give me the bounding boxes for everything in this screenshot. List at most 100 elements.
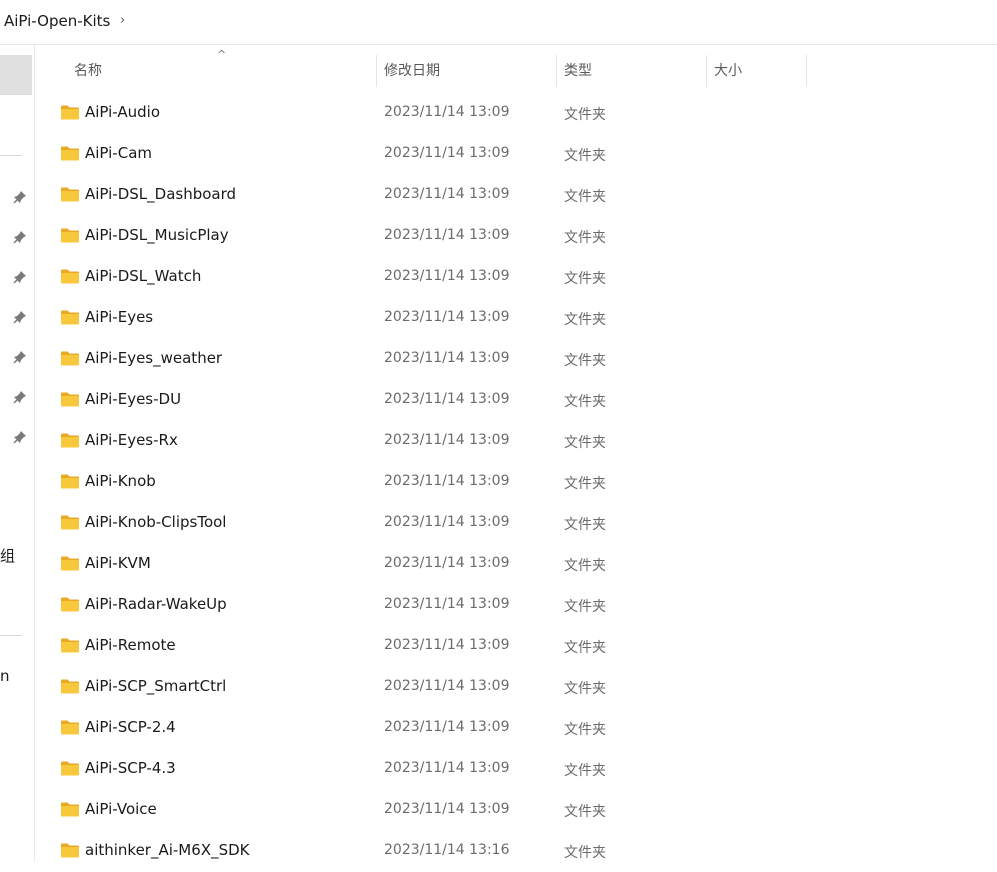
folder-icon: [60, 719, 80, 735]
file-type: 文件夹: [564, 435, 606, 451]
folder-icon: [60, 473, 80, 489]
file-row[interactable]: AiPi-Audio 2023/11/14 13:09 文件夹: [34, 93, 997, 134]
file-name[interactable]: AiPi-Eyes: [85, 308, 153, 326]
file-row[interactable]: AiPi-Radar-WakeUp 2023/11/14 13:09 文件夹: [34, 585, 997, 626]
file-name[interactable]: AiPi-KVM: [85, 554, 151, 572]
folder-icon: [60, 432, 80, 448]
file-type: 文件夹: [564, 476, 606, 492]
file-row[interactable]: AiPi-Remote 2023/11/14 13:09 文件夹: [34, 626, 997, 667]
column-header-type[interactable]: 类型: [556, 55, 706, 87]
pin-icon[interactable]: [13, 390, 27, 404]
folder-icon: [60, 514, 80, 530]
pin-icon[interactable]: [13, 190, 27, 204]
file-type: 文件夹: [564, 763, 606, 779]
folder-icon: [60, 227, 80, 243]
file-modified-date: 2023/11/14 13:16: [384, 842, 510, 858]
file-name[interactable]: AiPi-DSL_Dashboard: [85, 185, 236, 203]
file-row[interactable]: AiPi-DSL_MusicPlay 2023/11/14 13:09 文件夹: [34, 216, 997, 257]
nav-selected-item[interactable]: [0, 55, 32, 95]
file-row[interactable]: AiPi-DSL_Dashboard 2023/11/14 13:09 文件夹: [34, 175, 997, 216]
file-modified-date: 2023/11/14 13:09: [384, 391, 510, 407]
pin-icon[interactable]: [13, 270, 27, 284]
nav-partial-label[interactable]: n: [0, 667, 10, 685]
file-row[interactable]: AiPi-SCP_SmartCtrl 2023/11/14 13:09 文件夹: [34, 667, 997, 708]
pin-icon[interactable]: [13, 230, 27, 244]
file-row[interactable]: AiPi-Eyes-Rx 2023/11/14 13:09 文件夹: [34, 421, 997, 462]
file-type: 文件夹: [564, 148, 606, 164]
folder-icon: [60, 678, 80, 694]
pin-icon[interactable]: [13, 310, 27, 324]
folder-icon: [60, 760, 80, 776]
folder-icon: [60, 637, 80, 653]
column-divider[interactable]: [806, 55, 807, 87]
navigation-pane: 组 n: [0, 45, 35, 862]
file-row[interactable]: AiPi-DSL_Watch 2023/11/14 13:09 文件夹: [34, 257, 997, 298]
file-name[interactable]: AiPi-SCP-4.3: [85, 759, 176, 777]
file-row[interactable]: AiPi-Eyes-DU 2023/11/14 13:09 文件夹: [34, 380, 997, 421]
column-header-name[interactable]: 名称: [66, 55, 376, 87]
file-row[interactable]: AiPi-SCP-2.4 2023/11/14 13:09 文件夹: [34, 708, 997, 749]
folder-icon: [60, 391, 80, 407]
file-modified-date: 2023/11/14 13:09: [384, 432, 510, 448]
file-row[interactable]: AiPi-KVM 2023/11/14 13:09 文件夹: [34, 544, 997, 585]
folder-icon: [60, 186, 80, 202]
file-name[interactable]: AiPi-DSL_MusicPlay: [85, 226, 229, 244]
file-name[interactable]: AiPi-Knob: [85, 472, 156, 490]
file-modified-date: 2023/11/14 13:09: [384, 514, 510, 530]
file-type: 文件夹: [564, 271, 606, 287]
nav-divider: [0, 155, 22, 156]
file-modified-date: 2023/11/14 13:09: [384, 309, 510, 325]
file-modified-date: 2023/11/14 13:09: [384, 473, 510, 489]
folder-icon: [60, 309, 80, 325]
file-row[interactable]: aithinker_Ai-M6X_SDK 2023/11/14 13:16 文件夹: [34, 831, 997, 872]
file-modified-date: 2023/11/14 13:09: [384, 760, 510, 776]
column-header-size[interactable]: 大小: [706, 55, 806, 87]
file-name[interactable]: AiPi-Remote: [85, 636, 176, 654]
file-row[interactable]: AiPi-Eyes 2023/11/14 13:09 文件夹: [34, 298, 997, 339]
nav-partial-label[interactable]: 组: [0, 545, 15, 566]
file-name[interactable]: AiPi-Audio: [85, 103, 160, 121]
file-modified-date: 2023/11/14 13:09: [384, 227, 510, 243]
file-name[interactable]: aithinker_Ai-M6X_SDK: [85, 841, 249, 859]
file-name[interactable]: AiPi-Eyes_weather: [85, 349, 222, 367]
file-type: 文件夹: [564, 230, 606, 246]
folder-icon: [60, 842, 80, 858]
column-header-date[interactable]: 修改日期: [376, 55, 556, 87]
file-modified-date: 2023/11/14 13:09: [384, 350, 510, 366]
pin-icon[interactable]: [13, 350, 27, 364]
file-row[interactable]: AiPi-SCP-4.3 2023/11/14 13:09 文件夹: [34, 749, 997, 790]
file-name[interactable]: AiPi-Voice: [85, 800, 157, 818]
file-name[interactable]: AiPi-Radar-WakeUp: [85, 595, 227, 613]
file-row[interactable]: AiPi-Voice 2023/11/14 13:09 文件夹: [34, 790, 997, 831]
file-name[interactable]: AiPi-Cam: [85, 144, 152, 162]
file-name[interactable]: AiPi-Eyes-Rx: [85, 431, 178, 449]
file-name[interactable]: AiPi-SCP-2.4: [85, 718, 176, 736]
file-name[interactable]: AiPi-Knob-ClipsTool: [85, 513, 226, 531]
pin-icon[interactable]: [13, 430, 27, 444]
file-type: 文件夹: [564, 394, 606, 410]
file-type: 文件夹: [564, 517, 606, 533]
folder-icon: [60, 555, 80, 571]
file-modified-date: 2023/11/14 13:09: [384, 719, 510, 735]
file-name[interactable]: AiPi-DSL_Watch: [85, 267, 201, 285]
file-type: 文件夹: [564, 722, 606, 738]
file-name[interactable]: AiPi-SCP_SmartCtrl: [85, 677, 226, 695]
breadcrumb-chevron-icon[interactable]: ›: [120, 13, 125, 28]
folder-icon: [60, 268, 80, 284]
file-row[interactable]: AiPi-Cam 2023/11/14 13:09 文件夹: [34, 134, 997, 175]
file-row[interactable]: AiPi-Knob 2023/11/14 13:09 文件夹: [34, 462, 997, 503]
file-row[interactable]: AiPi-Eyes_weather 2023/11/14 13:09 文件夹: [34, 339, 997, 380]
file-type: 文件夹: [564, 804, 606, 820]
file-type: 文件夹: [564, 599, 606, 615]
folder-icon: [60, 104, 80, 120]
file-name[interactable]: AiPi-Eyes-DU: [85, 390, 181, 408]
folder-icon: [60, 350, 80, 366]
file-row[interactable]: AiPi-Knob-ClipsTool 2023/11/14 13:09 文件夹: [34, 503, 997, 544]
file-type: 文件夹: [564, 558, 606, 574]
file-type: 文件夹: [564, 353, 606, 369]
breadcrumb-current[interactable]: AiPi-Open-Kits: [4, 12, 110, 30]
file-modified-date: 2023/11/14 13:09: [384, 637, 510, 653]
file-modified-date: 2023/11/14 13:09: [384, 104, 510, 120]
address-bar: AiPi-Open-Kits ›: [0, 0, 997, 45]
folder-icon: [60, 145, 80, 161]
